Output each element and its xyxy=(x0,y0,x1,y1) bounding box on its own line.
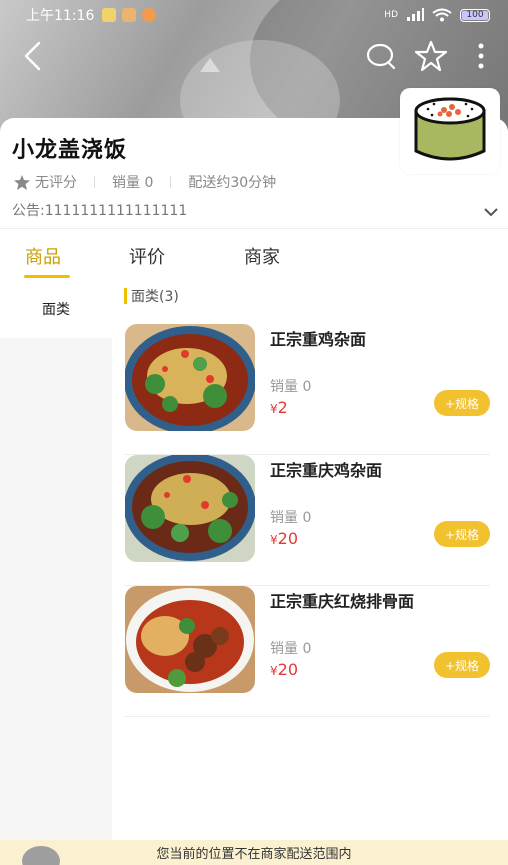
product-price: ¥2 xyxy=(270,398,288,417)
notification-icon xyxy=(122,8,137,22)
product-name[interactable]: 正宗重庆红烧排骨面 xyxy=(270,588,414,612)
list-item[interactable]: 正宗重鸡杂面 销量 0 ¥2 +规格 xyxy=(124,324,490,455)
delivery-time: 配送约30分钟 xyxy=(188,175,277,191)
section-title-text: 面类(3) xyxy=(131,289,179,305)
select-spec-button[interactable]: +规格 xyxy=(434,521,490,547)
back-arrow-icon[interactable] xyxy=(22,40,42,76)
wifi-icon xyxy=(432,8,452,22)
star-icon[interactable] xyxy=(414,40,448,76)
shop-meta: 无评分 销量 0 配送约30分钟 xyxy=(14,172,276,192)
battery-icon: 100 xyxy=(460,8,490,22)
product-sales: 销量 0 xyxy=(270,510,312,526)
rating-star-icon xyxy=(14,174,30,190)
section-marker xyxy=(124,288,127,304)
more-vertical-icon[interactable] xyxy=(476,42,486,74)
delivery-range-notice: 您当前的位置不在商家配送范围内 xyxy=(0,840,508,865)
select-spec-button[interactable]: +规格 xyxy=(434,390,490,416)
product-image[interactable] xyxy=(125,586,255,693)
chevron-down-icon[interactable] xyxy=(484,202,498,221)
status-time: 上午11:16 xyxy=(26,8,95,24)
rating-text: 无评分 xyxy=(35,175,77,191)
notification-icon xyxy=(102,8,117,22)
product-name[interactable]: 正宗重鸡杂面 xyxy=(270,326,366,350)
category-item[interactable]: 面类 xyxy=(0,280,112,338)
product-list: 面类(3) 正宗重鸡杂面 销量 0 ¥2 +规格 正宗重庆鸡杂面 销量 0 ¥2… xyxy=(112,280,508,840)
shop-name: 小龙盖浇饭 xyxy=(12,138,128,163)
product-image[interactable] xyxy=(125,455,255,562)
tab-bar: 商品 评价 商家 xyxy=(0,228,508,280)
notification-icon xyxy=(142,8,157,22)
delivery-range-text: 您当前的位置不在商家配送范围内 xyxy=(156,847,352,862)
product-image[interactable] xyxy=(125,324,255,431)
product-price: ¥20 xyxy=(270,529,298,548)
section-title: 面类(3) xyxy=(124,286,179,306)
sales-text: 销量 0 xyxy=(112,175,154,191)
select-spec-button[interactable]: +规格 xyxy=(434,652,490,678)
signal-icon xyxy=(407,8,424,21)
product-sales: 销量 0 xyxy=(270,641,312,657)
divider xyxy=(94,176,95,188)
product-price: ¥20 xyxy=(270,660,298,679)
active-tab-indicator xyxy=(24,275,70,278)
category-sidebar: 面类 xyxy=(0,280,112,840)
shop-notice: 公告:1111111111111111 xyxy=(12,203,188,219)
product-sales: 销量 0 xyxy=(270,379,312,395)
chat-bubble-icon[interactable] xyxy=(366,42,396,74)
list-item[interactable]: 正宗重庆鸡杂面 销量 0 ¥20 +规格 xyxy=(124,455,490,586)
top-navigation xyxy=(0,38,508,74)
product-name[interactable]: 正宗重庆鸡杂面 xyxy=(270,457,382,481)
tab-merchant[interactable]: 商家 xyxy=(244,243,280,269)
signal-label: HD xyxy=(384,10,398,20)
tab-reviews[interactable]: 评价 xyxy=(129,243,165,269)
status-bar: 上午11:16 HD 100 xyxy=(0,0,508,30)
divider xyxy=(170,176,172,188)
shop-logo xyxy=(400,88,500,174)
list-item[interactable]: 正宗重庆红烧排骨面 销量 0 ¥20 +规格 xyxy=(124,586,490,717)
tab-products[interactable]: 商品 xyxy=(25,243,61,269)
